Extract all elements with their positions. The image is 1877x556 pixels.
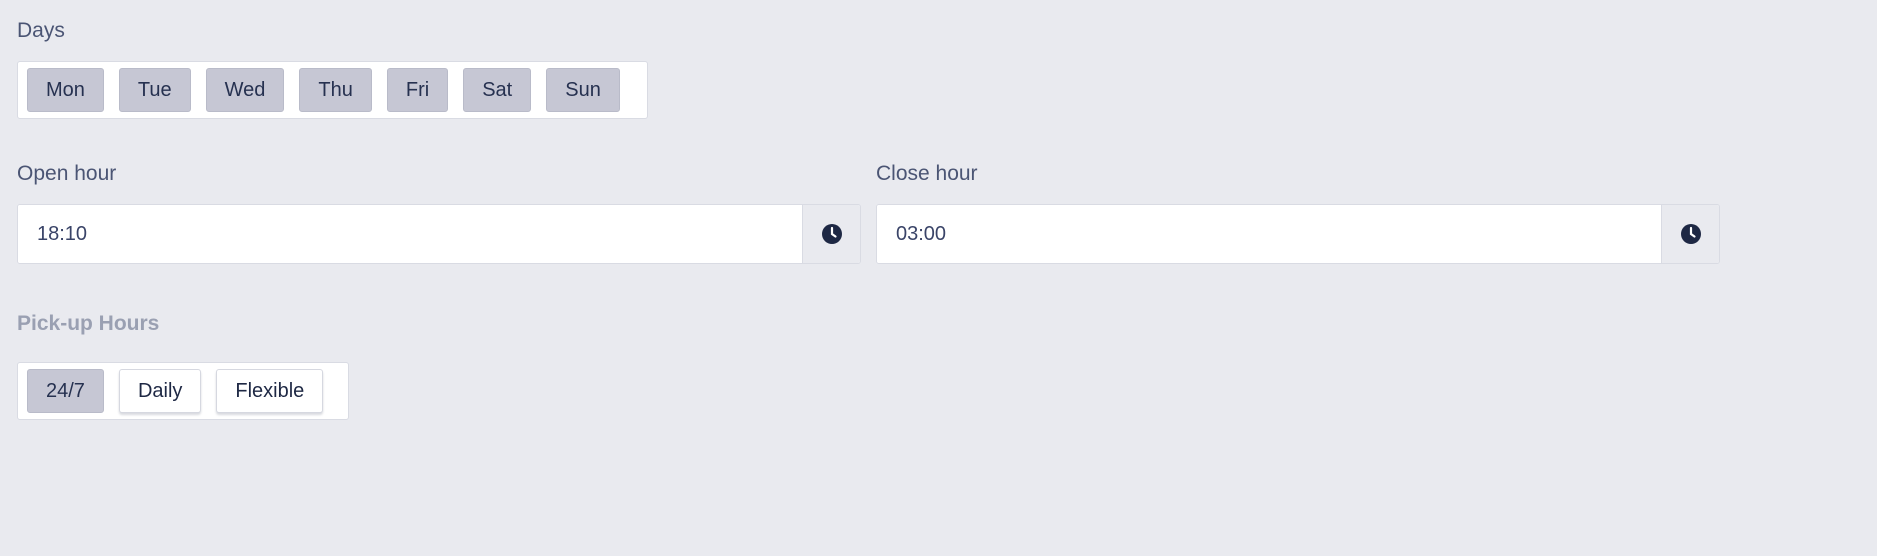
- day-chip-sun[interactable]: Sun: [546, 68, 620, 112]
- open-hour-input[interactable]: [18, 205, 802, 263]
- day-chip-sat[interactable]: Sat: [463, 68, 532, 112]
- close-hour-clock-button[interactable]: [1661, 205, 1719, 263]
- days-toggle-group: Mon Tue Wed Thu Fri Sat Sun: [17, 61, 648, 119]
- hours-form: Days Mon Tue Wed Thu Fri Sat Sun Open ho…: [0, 0, 1877, 556]
- day-chip-thu[interactable]: Thu: [299, 68, 372, 112]
- close-hour-input[interactable]: [877, 205, 1661, 263]
- clock-icon: [821, 224, 842, 244]
- day-chip-mon[interactable]: Mon: [27, 68, 104, 112]
- pickup-chip-flexible[interactable]: Flexible: [216, 369, 324, 413]
- open-hour-clock-button[interactable]: [802, 205, 860, 263]
- close-hour-label: Close hour: [876, 162, 978, 185]
- pickup-chip-24-7[interactable]: 24/7: [27, 369, 104, 413]
- open-hour-field: [17, 204, 861, 264]
- open-hour-label: Open hour: [17, 162, 117, 185]
- pickup-hours-label: Pick-up Hours: [17, 312, 160, 335]
- clock-icon: [1680, 224, 1701, 244]
- days-label: Days: [17, 19, 65, 42]
- close-hour-field: [876, 204, 1720, 264]
- day-chip-fri[interactable]: Fri: [386, 68, 449, 112]
- pickup-hours-toggle-group: 24/7 Daily Flexible: [17, 362, 349, 420]
- day-chip-wed[interactable]: Wed: [205, 68, 285, 112]
- day-chip-tue[interactable]: Tue: [118, 68, 191, 112]
- pickup-chip-daily[interactable]: Daily: [118, 369, 202, 413]
